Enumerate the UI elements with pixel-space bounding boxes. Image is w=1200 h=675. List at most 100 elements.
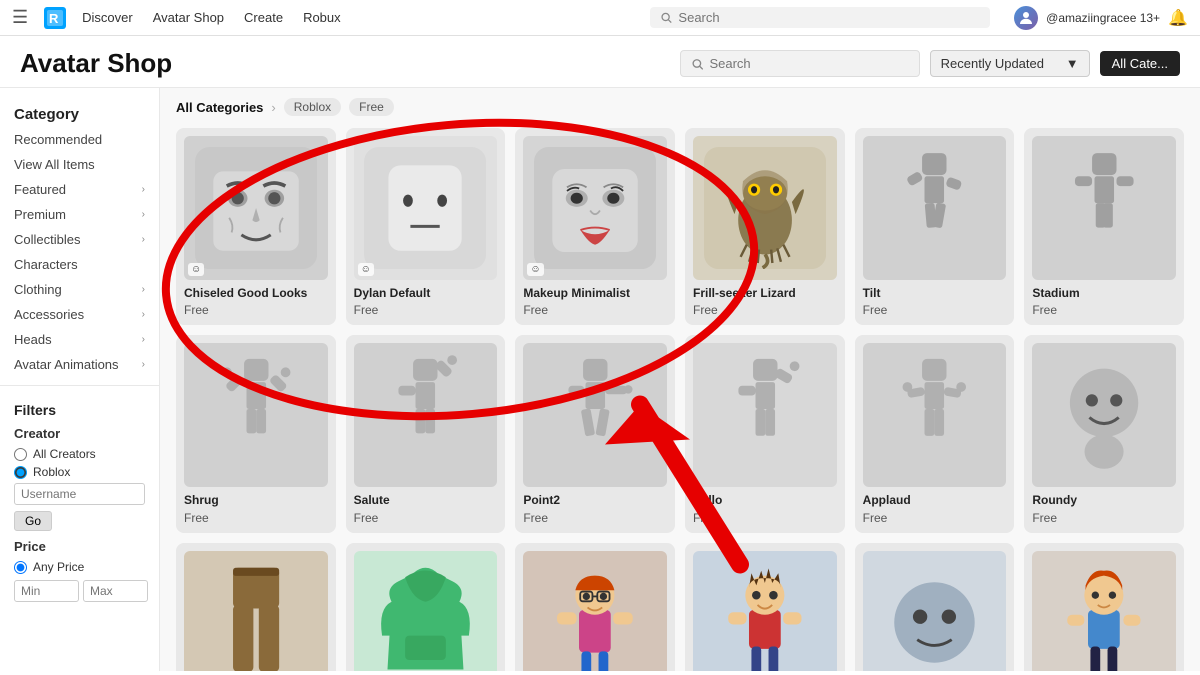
item-thumb-8 bbox=[354, 343, 498, 487]
item-name-1: Chiseled Good Looks bbox=[184, 286, 328, 302]
item-card-4[interactable]: Frill-seeker Lizard Free bbox=[685, 128, 845, 325]
item-price-5: Free bbox=[863, 303, 1007, 317]
max-price-input[interactable] bbox=[83, 580, 148, 602]
sidebar-item-heads[interactable]: Heads› bbox=[0, 327, 159, 352]
item-name-3: Makeup Minimalist bbox=[523, 286, 667, 302]
face-dylan bbox=[364, 147, 486, 269]
item-thumb-14 bbox=[354, 551, 498, 671]
sort-label: Recently Updated bbox=[941, 56, 1044, 71]
item-card-5[interactable]: Tilt Free bbox=[855, 128, 1015, 325]
notification-bell-icon[interactable]: 🔔 bbox=[1168, 8, 1188, 28]
content-area: All Categories › Roblox Free bbox=[160, 88, 1200, 671]
item-card-2[interactable]: ☺ Dylan Default Free bbox=[346, 128, 506, 325]
item-card-8[interactable]: Salute Free bbox=[346, 335, 506, 532]
hamburger-icon[interactable]: ☰ bbox=[12, 7, 28, 28]
chevron-icon: › bbox=[142, 209, 145, 220]
item-card-7[interactable]: Shrug Free bbox=[176, 335, 336, 532]
nav-avatar-shop[interactable]: Avatar Shop bbox=[153, 10, 224, 25]
sidebar-item-featured[interactable]: Featured› bbox=[0, 177, 159, 202]
creator-roblox-input[interactable] bbox=[14, 466, 27, 479]
sidebar-item-accessories[interactable]: Accessories› bbox=[0, 302, 159, 327]
sidebar-item-clothing[interactable]: Clothing› bbox=[0, 277, 159, 302]
category-section-title: Category bbox=[0, 98, 159, 127]
nav-discover[interactable]: Discover bbox=[82, 10, 133, 25]
item-card-17[interactable]: Free bbox=[855, 543, 1015, 671]
item-price-1: Free bbox=[184, 303, 328, 317]
item-card-13[interactable]: Free bbox=[176, 543, 336, 671]
item-card-11[interactable]: Applaud Free bbox=[855, 335, 1015, 532]
creator-all-input[interactable] bbox=[14, 448, 27, 461]
roblox-logo[interactable]: R bbox=[44, 7, 66, 29]
page-header: Avatar Shop Recently Updated ▼ All Cate.… bbox=[0, 36, 1200, 88]
price-filter-title: Price bbox=[14, 539, 145, 554]
anim-salute bbox=[375, 354, 476, 476]
nav-robux[interactable]: Robux bbox=[303, 10, 341, 25]
item-card-10[interactable]: Hello Free bbox=[685, 335, 845, 532]
item-name-8: Salute bbox=[354, 493, 498, 509]
item-card-9[interactable]: Point2 Free bbox=[515, 335, 675, 532]
chevron-icon: › bbox=[142, 234, 145, 245]
item-card-3[interactable]: ☺ Makeup Minimalist Free bbox=[515, 128, 675, 325]
item-card-6[interactable]: Stadium Free bbox=[1024, 128, 1184, 325]
item-price-3: Free bbox=[523, 303, 667, 317]
sidebar-item-recommended[interactable]: Recommended bbox=[0, 127, 159, 152]
creator-all-label: All Creators bbox=[33, 447, 96, 461]
header-right: Recently Updated ▼ All Cate... bbox=[680, 50, 1180, 77]
clothing-pants bbox=[213, 561, 299, 671]
nav-user: @amaziingracee 13+ 🔔 bbox=[1014, 6, 1188, 30]
anim-hello bbox=[715, 354, 816, 476]
nav-create[interactable]: Create bbox=[244, 10, 283, 25]
min-price-input[interactable] bbox=[14, 580, 79, 602]
sort-dropdown[interactable]: Recently Updated ▼ bbox=[930, 50, 1090, 77]
item-price-7: Free bbox=[184, 511, 328, 525]
breadcrumb-free-tag[interactable]: Free bbox=[349, 98, 394, 116]
item-price-11: Free bbox=[863, 511, 1007, 525]
clothing-hoodie bbox=[368, 561, 483, 671]
username-input[interactable] bbox=[14, 483, 145, 505]
item-card-12[interactable]: Roundy Free bbox=[1024, 335, 1184, 532]
item-thumb-2: ☺ bbox=[354, 136, 498, 280]
creator-roblox-radio[interactable]: Roblox bbox=[14, 465, 145, 479]
item-card-14[interactable]: Free bbox=[346, 543, 506, 671]
any-price-label: Any Price bbox=[33, 560, 84, 574]
creator-all-radio[interactable]: All Creators bbox=[14, 447, 145, 461]
face-icon-badge: ☺ bbox=[188, 263, 204, 276]
main-search-box[interactable] bbox=[680, 50, 920, 77]
item-price-4: Free bbox=[693, 303, 837, 317]
item-thumb-9 bbox=[523, 343, 667, 487]
face-makeup bbox=[534, 147, 656, 269]
main-search-input[interactable] bbox=[709, 56, 908, 71]
avatar bbox=[1014, 6, 1038, 30]
filters-section: Filters Creator All Creators Roblox Go P… bbox=[0, 394, 159, 610]
item-card-1[interactable]: ☺ Chiseled Good Looks Free bbox=[176, 128, 336, 325]
breadcrumb-all-categories[interactable]: All Categories bbox=[176, 100, 263, 115]
item-thumb-5 bbox=[863, 136, 1007, 280]
item-thumb-11 bbox=[863, 343, 1007, 487]
creator-roblox-label: Roblox bbox=[33, 465, 70, 479]
breadcrumb-roblox-tag[interactable]: Roblox bbox=[284, 98, 341, 116]
nav-search-input[interactable] bbox=[678, 10, 980, 25]
any-price-input[interactable] bbox=[14, 561, 27, 574]
go-button[interactable]: Go bbox=[14, 511, 52, 531]
item-name-12: Roundy bbox=[1032, 493, 1176, 509]
item-thumb-6 bbox=[1032, 136, 1176, 280]
all-categories-button[interactable]: All Cate... bbox=[1100, 51, 1180, 76]
item-card-16[interactable]: Free bbox=[685, 543, 845, 671]
item-price-8: Free bbox=[354, 511, 498, 525]
item-price-9: Free bbox=[523, 511, 667, 525]
item-price-10: Free bbox=[693, 511, 837, 525]
any-price-radio[interactable]: Any Price bbox=[14, 560, 145, 574]
item-card-18[interactable]: Free bbox=[1024, 543, 1184, 671]
sidebar-item-view-all[interactable]: View All Items bbox=[0, 152, 159, 177]
sidebar-item-premium[interactable]: Premium› bbox=[0, 202, 159, 227]
nav-search-bar[interactable] bbox=[650, 7, 990, 28]
sidebar-item-collectibles[interactable]: Collectibles› bbox=[0, 227, 159, 252]
item-card-15[interactable]: Free bbox=[515, 543, 675, 671]
top-nav: ☰ R Discover Avatar Shop Create Robux @a… bbox=[0, 0, 1200, 36]
sidebar-item-animations[interactable]: Avatar Animations› bbox=[0, 352, 159, 377]
breadcrumb: All Categories › Roblox Free bbox=[176, 98, 1184, 116]
sidebar-item-characters[interactable]: Characters bbox=[0, 252, 159, 277]
item-thumb-17 bbox=[863, 551, 1007, 671]
filters-title: Filters bbox=[14, 402, 145, 418]
items-grid: ☺ Chiseled Good Looks Free bbox=[176, 128, 1184, 671]
